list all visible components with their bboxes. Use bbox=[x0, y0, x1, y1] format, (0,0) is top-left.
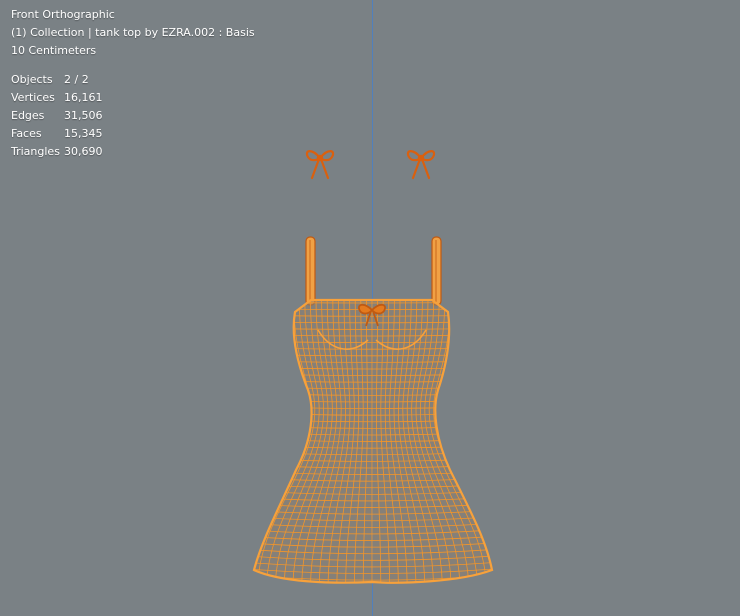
stat-label: Faces bbox=[11, 127, 42, 140]
stat-value: 15,345 bbox=[64, 127, 103, 140]
left-strap bbox=[305, 236, 316, 306]
stat-row-vertices: Vertices 16,161 bbox=[11, 89, 255, 107]
stat-row-triangles: Triangles 30,690 bbox=[11, 143, 255, 161]
scene-statistics: Objects 2 / 2 Vertices 16,161 Edges 31,5… bbox=[11, 71, 255, 161]
view-name-label: Front Orthographic bbox=[11, 8, 115, 21]
scale-label: 10 Centimeters bbox=[11, 44, 97, 57]
stat-row-edges: Edges 31,506 bbox=[11, 107, 255, 125]
left-bow bbox=[305, 150, 335, 180]
3d-viewport[interactable]: Front Orthographic (1) Collection | tank… bbox=[0, 0, 740, 616]
viewport-info-overlay: Front Orthographic (1) Collection | tank… bbox=[11, 6, 255, 161]
stat-label: Objects bbox=[11, 73, 53, 86]
stat-label: Triangles bbox=[11, 145, 60, 158]
stat-value: 31,506 bbox=[64, 109, 103, 122]
stat-value: 2 / 2 bbox=[64, 73, 89, 86]
right-bow bbox=[406, 150, 436, 180]
right-strap bbox=[431, 236, 442, 306]
tank-top-mesh[interactable] bbox=[240, 298, 500, 590]
stat-label: Edges bbox=[11, 109, 45, 122]
stat-value: 16,161 bbox=[64, 91, 103, 104]
stat-value: 30,690 bbox=[64, 145, 103, 158]
stat-label: Vertices bbox=[11, 91, 55, 104]
stat-row-faces: Faces 15,345 bbox=[11, 125, 255, 143]
collection-label: (1) Collection | tank top by EZRA.002 : … bbox=[11, 26, 255, 39]
stat-row-objects: Objects 2 / 2 bbox=[11, 71, 255, 89]
